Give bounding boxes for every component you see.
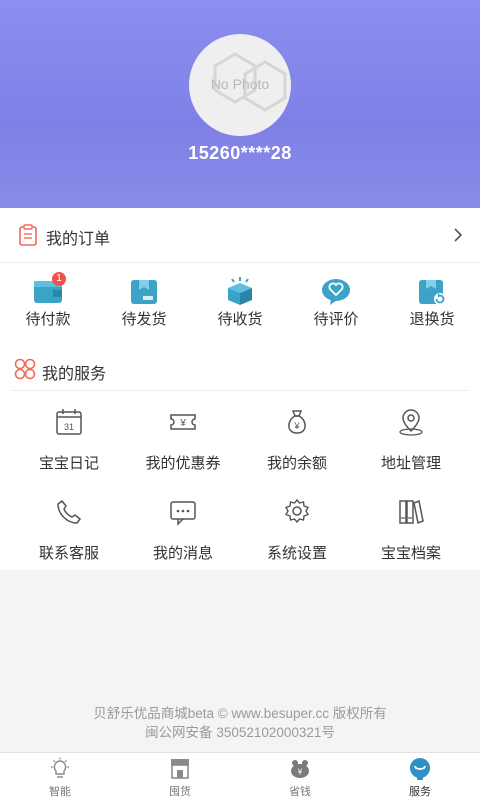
services-header: 我的服务 xyxy=(12,348,468,391)
bottom-tab-bar: 智能 囤货 ¥ 省钱 服务 xyxy=(0,752,480,801)
service-label: 地址管理 xyxy=(380,454,441,472)
service-label: 我的优惠券 xyxy=(145,454,221,472)
gear-icon xyxy=(284,498,310,524)
service-label: 联系客服 xyxy=(38,544,99,562)
svg-text:¥: ¥ xyxy=(297,768,303,777)
money-bag-icon: ¥ xyxy=(288,410,306,434)
orders-title: 我的订单 xyxy=(46,229,111,248)
tab-label: 服务 xyxy=(409,785,431,798)
order-pending-review[interactable]: 待评价 xyxy=(288,270,384,340)
calendar-day: 31 xyxy=(64,422,74,432)
heart-chat-icon xyxy=(322,279,350,305)
clipboard-icon xyxy=(19,224,37,246)
order-returns[interactable]: 退换货 xyxy=(384,270,480,340)
order-pending-receipt[interactable]: 待收货 xyxy=(192,270,288,340)
piggy-icon: ¥ xyxy=(291,760,309,778)
tab-label: 智能 xyxy=(49,785,71,798)
tab-smart[interactable]: 智能 xyxy=(0,753,120,801)
message-icon xyxy=(170,501,196,526)
clover-icon xyxy=(14,358,36,380)
package-ship-icon xyxy=(131,280,157,304)
avatar[interactable]: No Photo xyxy=(189,34,291,136)
profile-header: No Photo 15260****28 xyxy=(0,0,480,208)
order-label: 待付款 xyxy=(25,310,71,328)
order-label: 待收货 xyxy=(217,310,263,328)
archive-icon xyxy=(399,499,424,525)
services-section: 我的服务 31 宝宝日记 ¥ 我的优惠券 ¥ 我的余额 地址管理 联系客服 我的… xyxy=(0,348,480,570)
tab-stock-up[interactable]: 囤货 xyxy=(120,753,240,801)
order-badge: 1 xyxy=(52,272,66,286)
calendar-icon: 31 xyxy=(56,409,82,435)
service-coupons[interactable]: ¥ 我的优惠券 xyxy=(126,400,240,480)
tab-label: 省钱 xyxy=(289,785,311,798)
service-label: 我的余额 xyxy=(266,454,327,472)
tab-save-money[interactable]: ¥ 省钱 xyxy=(240,753,360,801)
svg-text:¥: ¥ xyxy=(293,421,300,431)
service-baby-diary[interactable]: 31 宝宝日记 xyxy=(12,400,126,480)
order-label: 待评价 xyxy=(313,310,359,328)
service-label: 系统设置 xyxy=(266,544,327,562)
service-icon xyxy=(410,758,430,780)
copyright-footer: 贝舒乐优品商城beta © www.besuper.cc 版权所有 闽公网安备 … xyxy=(0,704,480,742)
services-title: 我的服务 xyxy=(42,364,107,383)
tab-service[interactable]: 服务 xyxy=(360,753,480,801)
box-open-icon xyxy=(228,277,252,305)
store-icon xyxy=(171,759,189,779)
copyright-line: 贝舒乐优品商城beta © www.besuper.cc 版权所有 xyxy=(93,706,387,721)
service-address[interactable]: 地址管理 xyxy=(354,400,468,480)
service-messages[interactable]: 我的消息 xyxy=(126,490,240,570)
service-label: 宝宝档案 xyxy=(380,544,441,562)
service-contact-support[interactable]: 联系客服 xyxy=(12,490,126,570)
service-label: 我的消息 xyxy=(152,544,213,562)
orders-header[interactable]: 我的订单 xyxy=(0,208,480,263)
chevron-right-icon xyxy=(454,228,463,242)
svg-text:¥: ¥ xyxy=(179,418,186,429)
service-balance[interactable]: ¥ 我的余额 xyxy=(240,400,354,480)
service-baby-archive[interactable]: 宝宝档案 xyxy=(354,490,468,570)
phone-icon xyxy=(57,499,82,524)
service-label: 宝宝日记 xyxy=(38,454,99,472)
order-pending-payment[interactable]: 1 待付款 xyxy=(0,270,96,340)
return-box-icon xyxy=(419,280,446,305)
service-settings[interactable]: 系统设置 xyxy=(240,490,354,570)
order-pending-shipment[interactable]: 待发货 xyxy=(96,270,192,340)
order-label: 退换货 xyxy=(409,310,455,328)
avatar-placeholder-text: No Photo xyxy=(210,76,270,92)
location-icon xyxy=(399,409,423,436)
orders-section: 我的订单 1 待付款 待发货 待收货 待评价 退换货 xyxy=(0,208,480,348)
tab-label: 囤货 xyxy=(169,785,191,798)
bulb-icon xyxy=(51,757,69,778)
user-phone: 15260****28 xyxy=(188,143,292,163)
order-label: 待发货 xyxy=(121,310,167,328)
security-record-line: 闽公网安备 35052102000321号 xyxy=(145,725,335,740)
coupon-icon: ¥ xyxy=(170,414,196,430)
